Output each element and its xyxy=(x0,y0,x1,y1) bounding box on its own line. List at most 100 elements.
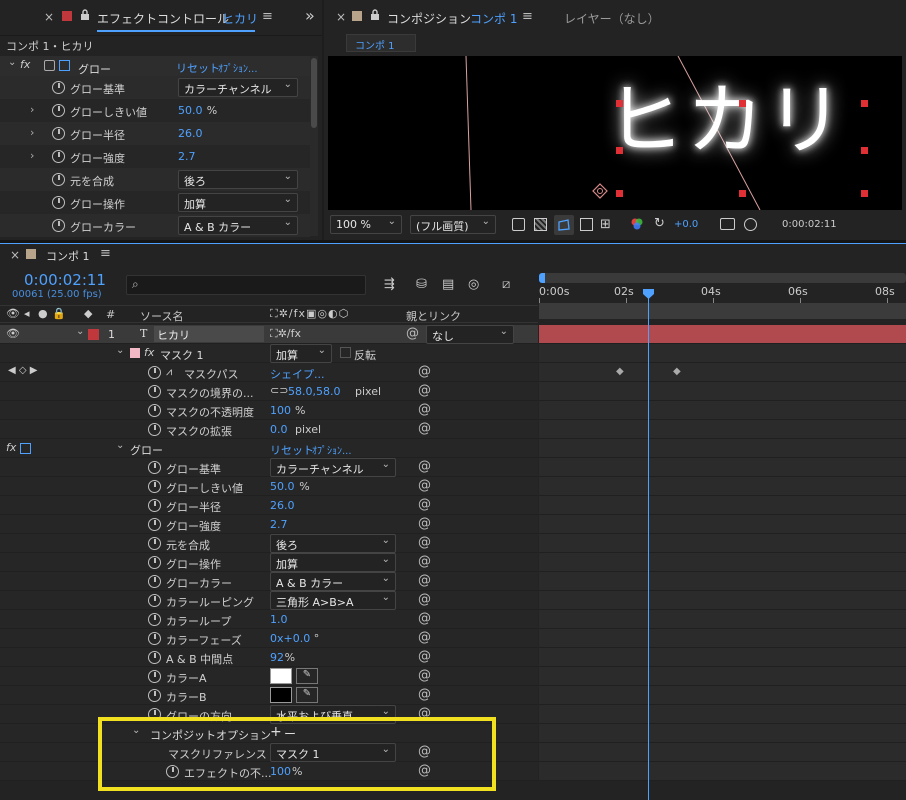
stopwatch-icon[interactable] xyxy=(148,537,161,550)
work-area-bar[interactable] xyxy=(541,273,906,283)
chevron-right-icon[interactable]: › xyxy=(30,103,34,116)
shy-layers-icon[interactable]: ▤ xyxy=(442,277,454,292)
stopwatch-icon[interactable] xyxy=(52,104,65,117)
prop-value[interactable]: 58.0,58.0 xyxy=(288,385,340,398)
keyframe[interactable]: ◆ xyxy=(673,366,681,377)
pick-whip-icon[interactable]: @ xyxy=(418,459,431,474)
eye-icon[interactable]: 👁 xyxy=(6,327,20,340)
chevron-right-icon[interactable]: › xyxy=(30,149,34,162)
chevron-down-icon[interactable]: ⌄ xyxy=(116,440,124,451)
prop-value[interactable]: 92 xyxy=(270,651,284,664)
effect-prop-dropdown[interactable]: A & B カラー ⌄ xyxy=(178,216,298,235)
channel-icon[interactable] xyxy=(630,217,644,231)
prop-dropdown[interactable]: カラーチャンネル ⌄ xyxy=(270,458,396,477)
collapse-icon[interactable]: » xyxy=(305,6,315,25)
close-icon[interactable]: × xyxy=(10,248,20,262)
eye-icon[interactable]: 👁 xyxy=(6,307,20,320)
exposure-reset-icon[interactable]: ↻ xyxy=(654,216,665,231)
keyframe-nav-icon[interactable]: ◀ ◇ ▶ xyxy=(8,365,37,376)
fx-toggle-icon[interactable]: fx xyxy=(20,58,30,71)
stopwatch-icon[interactable] xyxy=(148,632,161,645)
reset-link[interactable]: リセット xyxy=(270,442,314,458)
pick-whip-icon[interactable]: @ xyxy=(418,687,431,702)
prop-dropdown[interactable]: A & B カラー ⌄ xyxy=(270,572,396,591)
column-source-name[interactable]: ソース名 xyxy=(140,308,183,324)
resolution-dropdown[interactable]: (フル画質) ⌄ xyxy=(410,215,496,234)
prop-value[interactable]: 0.0 xyxy=(270,423,288,436)
stopwatch-icon[interactable] xyxy=(148,366,161,379)
graph-editor-icon[interactable]: ⧄ xyxy=(502,277,510,292)
pick-whip-icon[interactable]: @ xyxy=(418,573,431,588)
lock-column-icon[interactable]: 🔒 xyxy=(52,307,66,320)
color-swatch[interactable] xyxy=(270,668,292,684)
chevron-down-icon[interactable]: ⌄ xyxy=(76,326,84,337)
pick-whip-icon[interactable]: @ xyxy=(418,668,431,683)
pick-whip-icon[interactable]: @ xyxy=(418,383,431,398)
panel-menu-icon[interactable]: ≡ xyxy=(522,9,533,24)
lock-icon[interactable] xyxy=(370,9,380,21)
label-color-swatch[interactable] xyxy=(88,329,99,340)
prop-value[interactable]: 1.0 xyxy=(270,613,288,626)
effect-mask-icon[interactable] xyxy=(20,443,31,454)
effect-prop-dropdown[interactable]: 加算 ⌄ xyxy=(178,193,298,212)
timeline-timecode[interactable]: 0:00:02:11 xyxy=(24,271,106,289)
stopwatch-icon[interactable] xyxy=(148,689,161,702)
frame-blending-icon[interactable]: ◎ xyxy=(468,277,479,292)
panel-title[interactable]: エフェクトコントロール xyxy=(97,10,229,27)
prop-dropdown[interactable]: 後ろ ⌄ xyxy=(270,534,396,553)
stopwatch-icon[interactable] xyxy=(148,518,161,531)
stopwatch-icon[interactable] xyxy=(52,81,65,94)
chevron-right-icon[interactable]: › xyxy=(30,126,34,139)
draft-3d-icon[interactable]: ⛁ xyxy=(416,277,427,292)
mask-color-swatch[interactable] xyxy=(130,348,140,358)
comp-tab-label[interactable]: コンポ 1 xyxy=(355,37,395,52)
effect-prop-dropdown[interactable]: カラーチャンネル ⌄ xyxy=(178,78,298,97)
layer-viewer-tab[interactable]: レイヤー（なし） xyxy=(564,10,660,27)
stopwatch-icon[interactable] xyxy=(148,594,161,607)
pick-whip-icon[interactable]: @ xyxy=(418,516,431,531)
stopwatch-icon[interactable] xyxy=(52,219,65,232)
effect-preset-icon[interactable] xyxy=(44,60,55,71)
exposure-value[interactable]: +0.0 xyxy=(674,219,698,230)
options-link[interactable]: ｵﾌﾟｼｮﾝ... xyxy=(218,60,258,75)
pick-whip-icon[interactable]: @ xyxy=(418,402,431,417)
mask-handles[interactable] xyxy=(328,56,902,210)
pick-whip-icon[interactable]: @ xyxy=(418,554,431,569)
scrollbar[interactable] xyxy=(310,56,318,236)
stopwatch-icon[interactable] xyxy=(148,575,161,588)
pick-whip-icon[interactable]: @ xyxy=(418,611,431,626)
lock-icon[interactable] xyxy=(80,9,90,21)
prop-value[interactable]: 0x+0.0 xyxy=(270,632,310,645)
stopwatch-icon[interactable] xyxy=(148,499,161,512)
eyedropper-icon[interactable]: ✎ xyxy=(296,668,318,684)
pick-whip-icon[interactable]: @ xyxy=(418,421,431,436)
fx-icon[interactable]: fx xyxy=(6,441,16,454)
stopwatch-icon[interactable] xyxy=(148,670,161,683)
scrollbar-thumb[interactable] xyxy=(311,58,317,128)
prop-dropdown[interactable]: 加算 ⌄ xyxy=(270,553,396,572)
stopwatch-icon[interactable] xyxy=(148,613,161,626)
pick-whip-icon[interactable]: @ xyxy=(418,478,431,493)
mask-mode-dropdown[interactable]: 加算 ⌄ xyxy=(270,344,332,363)
pick-whip-icon[interactable]: @ xyxy=(418,535,431,550)
options-link[interactable]: ｵﾌﾟｼｮﾝ... xyxy=(312,442,352,457)
panel-menu-icon[interactable]: ≡ xyxy=(100,246,111,261)
comp-name[interactable]: コンポ 1 xyxy=(470,10,517,27)
guides-icon[interactable]: ⊞ xyxy=(600,217,611,232)
pick-whip-icon[interactable]: @ xyxy=(418,592,431,607)
chevron-down-icon[interactable]: ⌄ xyxy=(116,345,124,356)
region-of-interest-icon[interactable] xyxy=(580,218,593,231)
panel-menu-icon[interactable]: ≡ xyxy=(262,9,273,24)
pick-whip-icon[interactable]: @ xyxy=(406,326,419,341)
prop-value[interactable]: 100 xyxy=(270,404,291,417)
effect-prop-value[interactable]: 26.0 xyxy=(178,127,203,140)
parent-dropdown[interactable]: なし ⌄ xyxy=(426,325,514,344)
stopwatch-icon[interactable] xyxy=(148,480,161,493)
close-icon[interactable]: × xyxy=(336,10,346,24)
composition-viewer[interactable]: ヒカリ xyxy=(328,56,902,210)
stopwatch-icon[interactable] xyxy=(148,423,161,436)
eyedropper-icon[interactable]: ✎ xyxy=(296,687,318,703)
stopwatch-icon[interactable] xyxy=(148,461,161,474)
camera-snapshot-icon[interactable] xyxy=(720,218,735,230)
panel-layer-name[interactable]: ヒカリ xyxy=(222,10,258,27)
